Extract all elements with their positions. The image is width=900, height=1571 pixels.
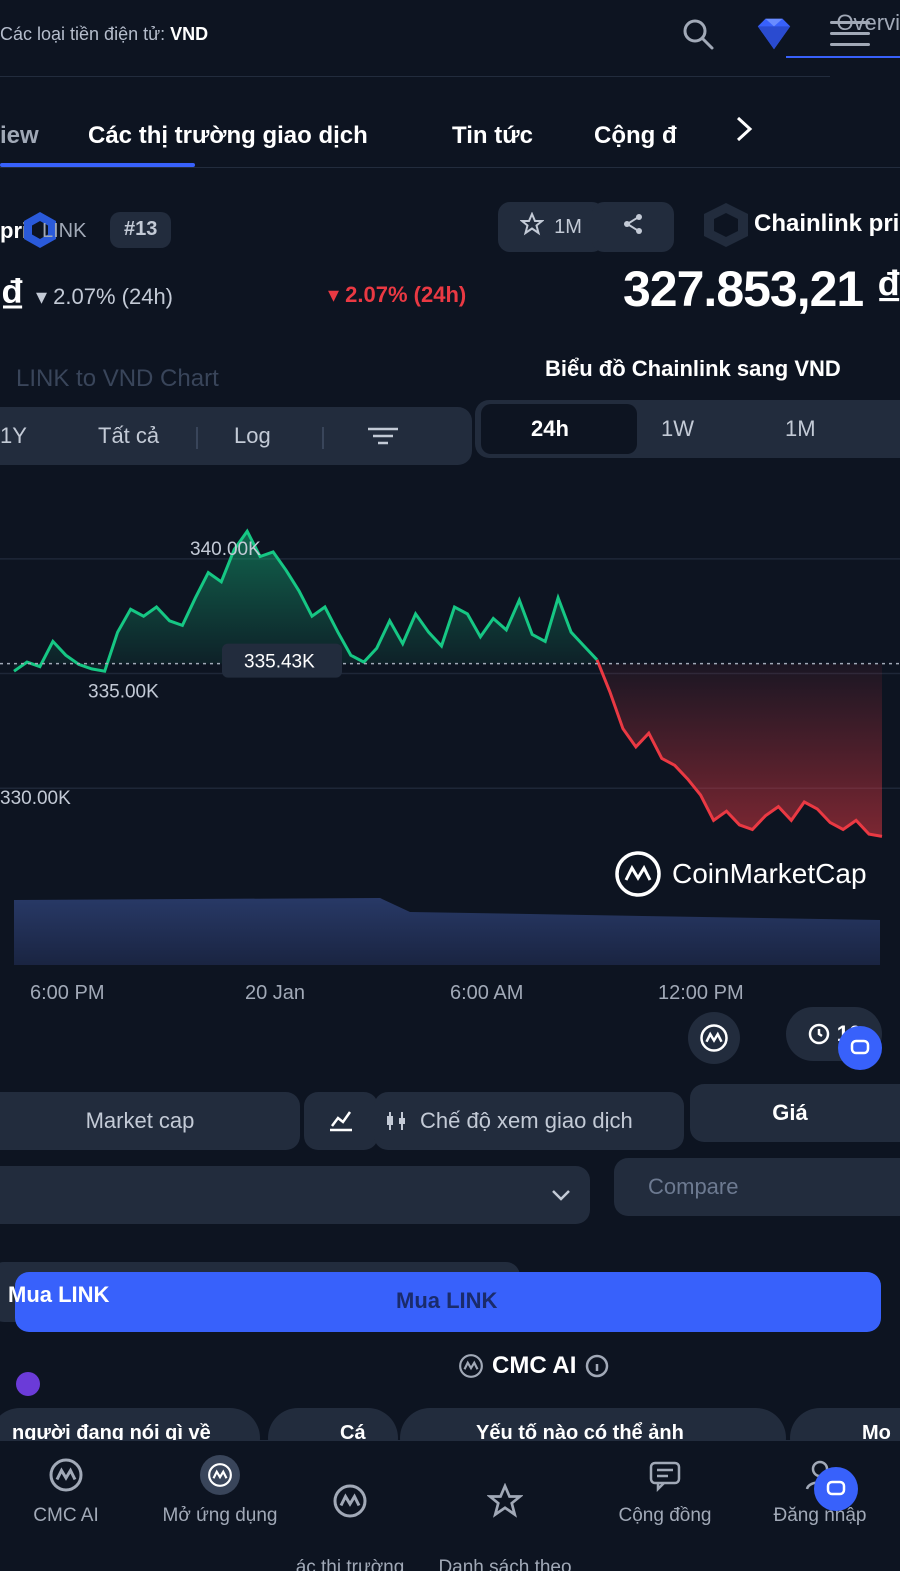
cmc-icon (700, 1024, 728, 1052)
clock-icon (808, 1023, 829, 1045)
coin-price: 327.853,21 ₫ (623, 261, 900, 317)
section-tabs: iew Các thị trường giao dịch Tin tức Cộn… (0, 108, 900, 168)
markets-icon (330, 1481, 370, 1521)
reference-label: 335.43K (244, 652, 315, 673)
tab-community[interactable]: Cộng đ (594, 122, 677, 150)
nav-item-markets[interactable]: ác thị trường ao dịch (270, 1455, 430, 1571)
nav-label: Cộng đồng (618, 1505, 712, 1526)
market-cap-tab[interactable]: Market cap (0, 1092, 300, 1150)
chevron-right-icon[interactable] (732, 114, 758, 149)
nav-label: ác thị trường ao dịch (295, 1557, 405, 1571)
star-icon (519, 211, 545, 242)
x-tick-label: 6:00 PM (30, 982, 105, 1004)
nav-label: Danh sách theo dõi (438, 1557, 572, 1571)
compare-input[interactable]: Compare (614, 1158, 900, 1216)
tab-overview-right[interactable]: Overvi (786, 6, 900, 58)
community-icon (645, 1455, 685, 1495)
x-tick-label: 20 Jan (245, 982, 306, 1004)
chart-title: Biểu đồ Chainlink sang VND (545, 356, 841, 381)
top-divider (0, 76, 830, 77)
price-currency-left: ₫ (0, 271, 25, 324)
cmc-ai-title: CMC AI (458, 1352, 610, 1380)
chart-type-button[interactable] (304, 1092, 378, 1150)
watchlist-icon (485, 1481, 525, 1521)
currency-selector[interactable]: Các loại tiền điện tử: VND (0, 24, 208, 45)
search-icon[interactable] (678, 14, 718, 54)
chart-range-toolbar-left: 1Y Tất cả Log (0, 407, 472, 465)
chat-fab[interactable] (838, 1026, 882, 1070)
nav-item-watchlist[interactable]: Danh sách theo dõi (425, 1455, 585, 1571)
app-icon (200, 1455, 240, 1495)
chevron-down-icon (552, 1190, 570, 1201)
nav-item-community[interactable]: Cộng đồng (585, 1455, 745, 1529)
price-tab-label: Giá (772, 1100, 808, 1125)
coin-price-title: Chainlink price (754, 210, 900, 237)
line-chart-icon (330, 1111, 352, 1132)
range-1y[interactable]: 1Y (0, 423, 27, 449)
ai-avatar-icon (16, 1372, 40, 1396)
x-tick-label: 12:00 PM (658, 982, 744, 1004)
coinmarketcap-watermark: CoinMarketCap (614, 850, 867, 898)
compare-placeholder: Compare (648, 1174, 739, 1199)
range-1m[interactable]: 1M (785, 416, 816, 442)
currency-value: VND (170, 24, 209, 44)
watchlist-count: 1M (554, 215, 582, 238)
range-1w[interactable]: 1W (661, 416, 694, 442)
share-icon (621, 212, 645, 242)
filter-icon[interactable] (368, 425, 398, 452)
separator (322, 427, 324, 449)
chart-range-toolbar-right: 24h 1W 1M (475, 400, 900, 458)
compare-dropdown[interactable] (0, 1166, 590, 1224)
price-change-left: ▾ 2.07% (24h) (36, 284, 174, 309)
cmc-ai-icon (46, 1455, 86, 1495)
y-tick-label: 330.00K (0, 788, 71, 809)
price-tab[interactable]: Giá (690, 1084, 900, 1142)
buy-button-label: Mua LINK (8, 1282, 110, 1307)
watermark-text: CoinMarketCap (672, 858, 867, 889)
y-tick-label: 340.00K (190, 539, 261, 560)
tab-markets[interactable]: Các thị trường giao dịch (88, 122, 368, 150)
coin-symbol: LINK (42, 220, 87, 242)
log-toggle[interactable]: Log (234, 423, 271, 449)
buy-button-label-ghost: Mua LINK (396, 1288, 498, 1313)
chat-icon (850, 1039, 870, 1055)
trading-view-toggle[interactable]: Chế độ xem giao dịch (374, 1092, 684, 1150)
range-all[interactable]: Tất cả (98, 423, 159, 449)
chainlink-logo-right-icon (700, 200, 752, 255)
bottom-nav: CMC AI Mở ứng dụng ác thị trường ao dịch… (0, 1440, 900, 1571)
y-tick-label: 335.00K (88, 682, 159, 703)
rank-badge: #13 (110, 212, 172, 248)
nav-label: CMC AI (33, 1505, 99, 1526)
separator (196, 427, 198, 449)
top-bar: Các loại tiền điện tử: VND (0, 0, 900, 72)
share-chip[interactable] (592, 202, 674, 252)
cmc-logo-button[interactable] (688, 1012, 740, 1064)
volume-area (14, 898, 880, 965)
tab-news[interactable]: Tin tức (452, 122, 533, 150)
currency-hint-label: Các loại tiền điện tử: (0, 24, 166, 44)
watchlist-count-chip[interactable]: 1M (498, 202, 604, 252)
candlestick-icon (387, 1112, 405, 1130)
active-tab-indicator (0, 163, 195, 167)
market-cap-label: Market cap (85, 1108, 195, 1133)
cmc-ai-icon (459, 1354, 483, 1378)
price-chart[interactable]: 340.00K 335.00K 330.00K 335.43K (0, 480, 900, 980)
range-24h[interactable]: 24h (531, 416, 569, 442)
info-icon[interactable] (584, 1353, 610, 1379)
price-change-badge: ▾ 2.07% (24h) (328, 282, 467, 307)
chat-badge-icon[interactable] (814, 1467, 858, 1511)
cmc-ai-label: CMC AI (492, 1352, 577, 1379)
trading-view-label: Chế độ xem giao dịch (420, 1108, 633, 1133)
nav-item-cmc-ai[interactable]: CMC AI (0, 1455, 146, 1529)
down-area (596, 659, 882, 837)
cmc-logo-icon (615, 851, 661, 897)
tab-overview[interactable]: iew (0, 122, 39, 150)
nav-label: Đăng nhập (773, 1505, 867, 1526)
chart-title-ghost: LINK to VND Chart (16, 365, 219, 392)
x-tick-label: 6:00 AM (450, 982, 524, 1004)
